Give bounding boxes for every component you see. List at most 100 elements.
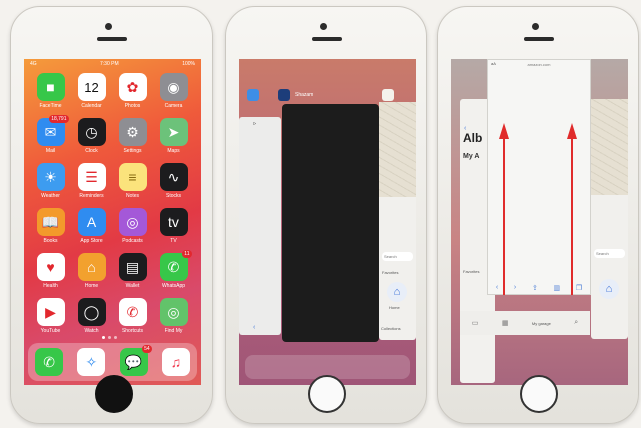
- earpiece-speaker: [312, 37, 342, 41]
- apple-tv-icon[interactable]: tv: [159, 208, 188, 236]
- settings-icon[interactable]: ⚙: [118, 118, 147, 146]
- safari-icon[interactable]: ✧: [77, 348, 106, 376]
- app-shortcuts[interactable]: ✆ Shortcuts: [112, 298, 153, 334]
- app-grid: ■ FaceTime 12 Calendar ✿ Photos ◉ Camera ✉ 18,791…: [30, 73, 195, 334]
- app-youtube[interactable]: ▶ YouTube: [30, 298, 71, 334]
- carrier-text: 4G: [30, 61, 37, 67]
- favorites-label: Favorites: [463, 269, 480, 274]
- app-health[interactable]: ♥ Health: [30, 253, 71, 289]
- mail-icon[interactable]: ✉ 18,791: [36, 115, 69, 146]
- app-calendar[interactable]: 12 Calendar: [71, 73, 112, 109]
- app-podcasts[interactable]: ◎ Podcasts: [112, 208, 153, 244]
- maps-icon[interactable]: [382, 89, 395, 101]
- stocks-icon[interactable]: ∿: [159, 163, 188, 191]
- app-weather[interactable]: ☀ Weather: [30, 163, 71, 199]
- app-camera[interactable]: ◉ Camera: [153, 73, 194, 109]
- maps-app-card[interactable]: Search ⌂: [591, 99, 628, 339]
- app-label: Shortcuts: [121, 328, 144, 334]
- music-icon[interactable]: ♫: [161, 348, 190, 376]
- app-store-icon[interactable]: A: [77, 208, 106, 236]
- phone-icon[interactable]: ✆: [35, 348, 64, 376]
- app-app-store[interactable]: A App Store: [71, 208, 112, 244]
- garage-icon[interactable]: ▭: [472, 319, 479, 327]
- home-button[interactable]: [520, 375, 558, 413]
- app-label: Mail: [45, 148, 56, 154]
- app-messages[interactable]: 💬 54: [119, 345, 152, 376]
- whatsapp-icon[interactable]: ✆ 11: [159, 250, 192, 281]
- notification-badge: 18,791: [49, 115, 69, 123]
- app-safari[interactable]: ✧: [77, 348, 106, 376]
- maps-app-card[interactable]: Search Favorites ⌂ Home Collections: [379, 102, 416, 340]
- home-button[interactable]: [95, 375, 133, 413]
- earpiece-speaker: [97, 37, 127, 41]
- front-camera: [532, 23, 539, 30]
- app-stocks[interactable]: ∿ Stocks: [153, 163, 194, 199]
- app-tv[interactable]: tv TV: [153, 208, 194, 244]
- wallet-icon[interactable]: ▤: [118, 253, 147, 281]
- map-preview: [379, 102, 416, 198]
- calendar-icon[interactable]: 12: [77, 73, 106, 101]
- page-indicator[interactable]: [102, 336, 117, 339]
- forward-icon[interactable]: ›: [514, 284, 516, 292]
- notes-icon[interactable]: ≡: [118, 163, 147, 191]
- search-tab-icon[interactable]: ⌕: [574, 319, 578, 327]
- health-icon[interactable]: ♥: [36, 253, 65, 281]
- app-clock[interactable]: ◷ Clock: [71, 118, 112, 154]
- messages-icon[interactable]: 💬 54: [119, 345, 152, 376]
- app-whatsapp[interactable]: ✆ 11 WhatsApp: [153, 250, 194, 289]
- reminders-icon[interactable]: ☰: [77, 163, 106, 191]
- shazam-app-card[interactable]: [282, 104, 379, 342]
- safari-app-card[interactable]: ᐅ ‹: [239, 117, 281, 335]
- app-wallet[interactable]: ▤ Wallet: [112, 253, 153, 289]
- app-books[interactable]: 📖 Books: [30, 208, 71, 244]
- find-my-icon[interactable]: ◎: [159, 298, 188, 326]
- app-watch[interactable]: ◯ Watch: [71, 298, 112, 334]
- photos-icon[interactable]: ✿: [118, 73, 147, 101]
- app-maps[interactable]: ➤ Maps: [153, 118, 194, 154]
- home-button[interactable]: [308, 375, 346, 413]
- app-music[interactable]: ♫: [161, 348, 190, 376]
- iphone-app-switcher: Shazam ᐅ ‹ Search Favorites ⌂ Home Colle…: [225, 6, 427, 424]
- watch-icon[interactable]: ◯: [77, 298, 106, 326]
- swipe-close-screen: ‹ Alb My A Favorites Search ⌂ ▭ ▦ My gar…: [451, 59, 628, 385]
- maps-icon[interactable]: ➤: [159, 118, 188, 146]
- home-screen: 4G 7:30 PM 100% ■ FaceTime 12 Calendar ✿ Phot…: [24, 59, 201, 385]
- app-reminders[interactable]: ☰ Reminders: [71, 163, 112, 199]
- app-label: Settings: [123, 148, 142, 154]
- app-facetime[interactable]: ■ FaceTime: [30, 73, 71, 109]
- camera-icon[interactable]: ◉: [159, 73, 188, 101]
- podcasts-icon[interactable]: ◎: [118, 208, 147, 236]
- app-home[interactable]: ⌂ Home: [71, 253, 112, 289]
- app-label: Weather: [41, 193, 60, 199]
- home-app-icon[interactable]: ⌂: [77, 253, 106, 281]
- phone-call-icon[interactable]: ✆: [118, 298, 147, 326]
- app-label: Wallet: [125, 283, 140, 289]
- share-icon[interactable]: ⇪: [532, 284, 538, 292]
- back-icon[interactable]: ‹: [496, 284, 498, 292]
- app-notes[interactable]: ≡ Notes: [112, 163, 153, 199]
- home-icon[interactable]: ⌂: [387, 282, 407, 302]
- url-bar[interactable]: amazon.com: [488, 62, 590, 67]
- clock-icon[interactable]: ◷: [77, 118, 106, 146]
- bookmarks-icon[interactable]: ▥: [554, 284, 561, 292]
- app-settings[interactable]: ⚙ Settings: [112, 118, 153, 154]
- app-phone[interactable]: ✆: [35, 348, 64, 376]
- grid-icon[interactable]: ▦: [502, 319, 509, 327]
- app-find-my[interactable]: ◎ Find My: [153, 298, 194, 334]
- books-icon[interactable]: 📖: [36, 208, 65, 236]
- map-preview: [591, 99, 628, 195]
- app-mail[interactable]: ✉ 18,791 Mail: [30, 115, 71, 154]
- shazam-icon[interactable]: [278, 89, 290, 101]
- youtube-icon[interactable]: ▶: [36, 298, 65, 326]
- safari-icon[interactable]: [247, 89, 259, 101]
- home-icon[interactable]: ⌂: [599, 279, 619, 299]
- app-label: FaceTime: [39, 103, 62, 109]
- facetime-icon[interactable]: ■: [36, 73, 65, 101]
- notification-badge: 54: [142, 345, 152, 353]
- weather-icon[interactable]: ☀: [36, 163, 65, 191]
- app-photos[interactable]: ✿ Photos: [112, 73, 153, 109]
- app-label: Camera: [164, 103, 183, 109]
- search-field[interactable]: Search: [382, 252, 413, 261]
- app-label: App Store: [80, 238, 103, 244]
- search-field[interactable]: Search: [594, 249, 625, 258]
